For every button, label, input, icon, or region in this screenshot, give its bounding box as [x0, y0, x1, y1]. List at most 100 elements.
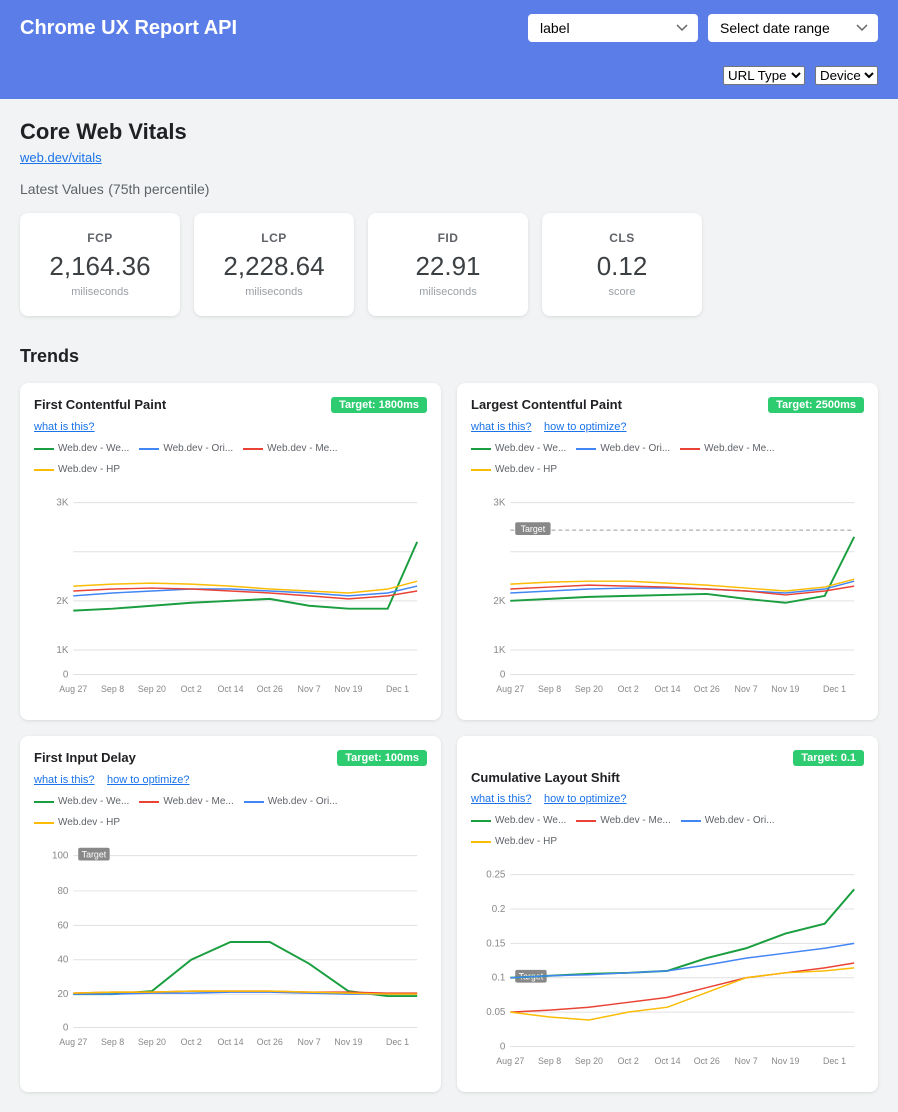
lcp-legend: Web.dev - We... Web.dev - Ori... Web.dev…: [471, 443, 864, 475]
svg-text:Aug 27: Aug 27: [59, 1037, 87, 1047]
cls-how-to-optimize[interactable]: how to optimize?: [544, 793, 627, 805]
svg-text:Oct 2: Oct 2: [618, 1056, 639, 1066]
svg-text:3K: 3K: [56, 498, 68, 509]
svg-text:Target: Target: [82, 850, 107, 860]
legend-item: Web.dev - HP: [471, 464, 557, 475]
cls-chart-card: Target: 0.1 Cumulative Layout Shift what…: [457, 736, 878, 1092]
kpi-fcp: FCP 2,164.36 miliseconds: [20, 213, 180, 316]
page-link[interactable]: web.dev/vitals: [20, 150, 102, 165]
kpi-fid-unit: miliseconds: [390, 286, 506, 298]
svg-text:0.1: 0.1: [492, 973, 506, 984]
svg-text:Oct 26: Oct 26: [257, 1037, 283, 1047]
fid-what-is-this[interactable]: what is this?: [34, 774, 95, 786]
svg-text:Oct 26: Oct 26: [694, 684, 720, 694]
cls-what-is-this[interactable]: what is this?: [471, 793, 532, 805]
latest-values-heading: Latest Values (75th percentile): [20, 181, 878, 199]
kpi-cls-value: 0.12: [564, 251, 680, 282]
url-type-dropdown[interactable]: URL Type: [723, 66, 805, 85]
cls-chart-links: what is this? how to optimize?: [471, 789, 864, 807]
device-dropdown[interactable]: Device: [815, 66, 878, 85]
fid-chart-svg-wrap: 100 80 60 40 20 0 Target: [34, 834, 427, 1059]
cls-target-badge: Target: 0.1: [793, 750, 864, 766]
svg-text:Oct 14: Oct 14: [217, 1037, 243, 1047]
svg-text:Oct 14: Oct 14: [654, 1056, 680, 1066]
svg-text:Nov 19: Nov 19: [771, 1056, 799, 1066]
legend-item: Web.dev - Ori...: [681, 815, 775, 826]
svg-text:0: 0: [63, 669, 69, 680]
kpi-fcp-label: FCP: [42, 231, 158, 245]
lcp-chart-links: what is this? how to optimize?: [471, 417, 864, 435]
svg-text:0: 0: [500, 1041, 506, 1052]
legend-item: Web.dev - Ori...: [139, 443, 233, 454]
lcp-target-badge: Target: 2500ms: [768, 397, 864, 413]
chart-grid: First Contentful Paint Target: 1800ms wh…: [20, 383, 878, 1092]
svg-text:0: 0: [63, 1022, 69, 1033]
svg-text:Nov 19: Nov 19: [334, 684, 362, 694]
header-row2: URL Type Device: [20, 66, 878, 85]
fcp-what-is-this[interactable]: what is this?: [34, 421, 95, 433]
legend-item: Web.dev - We...: [471, 443, 566, 454]
svg-text:Nov 7: Nov 7: [735, 1056, 758, 1066]
svg-text:Oct 14: Oct 14: [217, 684, 243, 694]
fid-svg: 100 80 60 40 20 0 Target: [34, 834, 427, 1054]
fid-how-to-optimize[interactable]: how to optimize?: [107, 774, 190, 786]
svg-text:Nov 7: Nov 7: [735, 684, 758, 694]
kpi-fid: FID 22.91 miliseconds: [368, 213, 528, 316]
cls-chart-title: Cumulative Layout Shift: [471, 770, 620, 785]
svg-text:Oct 26: Oct 26: [257, 684, 283, 694]
legend-item: Web.dev - Ori...: [576, 443, 670, 454]
legend-item: Web.dev - Me...: [680, 443, 774, 454]
svg-text:2K: 2K: [493, 596, 505, 607]
lcp-chart-title: Largest Contentful Paint: [471, 397, 622, 412]
svg-text:Dec 1: Dec 1: [823, 684, 846, 694]
fcp-chart-title: First Contentful Paint: [34, 397, 166, 412]
date-range-dropdown[interactable]: Select date range: [708, 14, 878, 42]
app-header: Chrome UX Report API label Select date r…: [0, 0, 898, 99]
kpi-fcp-value: 2,164.36: [42, 251, 158, 282]
legend-item: Web.dev - Ori...: [244, 796, 338, 807]
fcp-svg: 3K 2K 1K 0 Aug 27 Sep 8 Sep 20: [34, 481, 427, 701]
fid-chart-header: First Input Delay Target: 100ms: [34, 750, 427, 766]
kpi-cls-label: CLS: [564, 231, 680, 245]
legend-item: Web.dev - Me...: [139, 796, 233, 807]
legend-item: Web.dev - Me...: [243, 443, 337, 454]
svg-text:Target: Target: [521, 524, 546, 534]
kpi-fcp-unit: miliseconds: [42, 286, 158, 298]
fcp-chart-header: First Contentful Paint Target: 1800ms: [34, 397, 427, 413]
svg-text:Sep 20: Sep 20: [138, 1037, 166, 1047]
fcp-chart-card: First Contentful Paint Target: 1800ms wh…: [20, 383, 441, 720]
fid-chart-card: First Input Delay Target: 100ms what is …: [20, 736, 441, 1092]
label-dropdown[interactable]: label: [528, 14, 698, 42]
cls-chart-svg-wrap: 0.25 0.2 0.15 0.1 0.05 0 Target: [471, 853, 864, 1078]
svg-text:0.2: 0.2: [492, 904, 506, 915]
lcp-what-is-this[interactable]: what is this?: [471, 421, 532, 433]
fid-chart-title: First Input Delay: [34, 750, 136, 765]
svg-text:1K: 1K: [56, 645, 68, 656]
legend-item: Web.dev - We...: [34, 796, 129, 807]
header-controls: label Select date range: [528, 14, 878, 42]
svg-text:Nov 19: Nov 19: [771, 684, 799, 694]
svg-text:Sep 20: Sep 20: [575, 684, 603, 694]
svg-text:Sep 8: Sep 8: [538, 1056, 561, 1066]
cls-legend: Web.dev - We... Web.dev - Me... Web.dev …: [471, 815, 864, 847]
page-title: Core Web Vitals: [20, 119, 878, 145]
kpi-cls-unit: score: [564, 286, 680, 298]
svg-text:40: 40: [57, 955, 68, 966]
kpi-lcp-label: LCP: [216, 231, 332, 245]
svg-text:Dec 1: Dec 1: [386, 684, 409, 694]
app-title: Chrome UX Report API: [20, 17, 512, 40]
svg-text:Nov 7: Nov 7: [298, 684, 321, 694]
svg-text:Sep 20: Sep 20: [138, 684, 166, 694]
fid-target-badge: Target: 100ms: [337, 750, 427, 766]
svg-text:0: 0: [500, 669, 506, 680]
legend-item: Web.dev - HP: [34, 817, 120, 828]
svg-text:100: 100: [52, 851, 69, 862]
svg-text:Oct 26: Oct 26: [694, 1056, 720, 1066]
fcp-legend: Web.dev - We... Web.dev - Ori... Web.dev…: [34, 443, 427, 475]
legend-item: Web.dev - We...: [34, 443, 129, 454]
lcp-how-to-optimize[interactable]: how to optimize?: [544, 421, 627, 433]
svg-text:Aug 27: Aug 27: [59, 684, 87, 694]
svg-text:Aug 27: Aug 27: [496, 684, 524, 694]
legend-item: Web.dev - HP: [34, 464, 120, 475]
svg-text:80: 80: [57, 886, 68, 897]
